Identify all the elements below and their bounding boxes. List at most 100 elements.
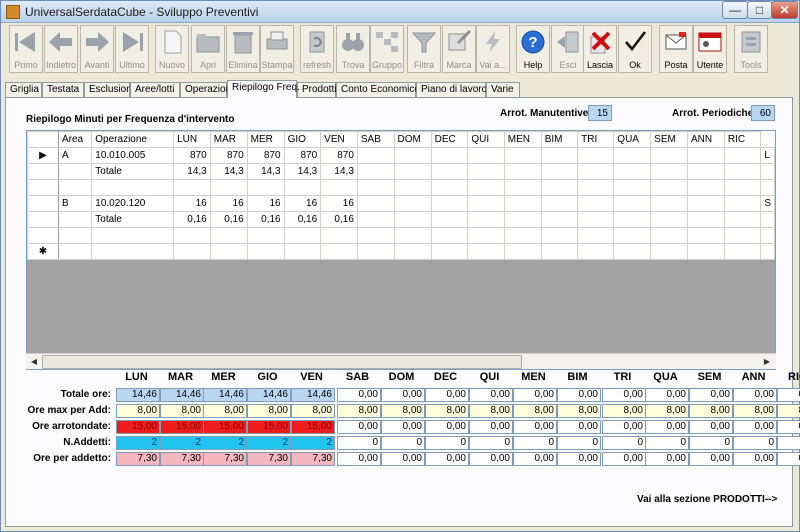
grid-cell[interactable] xyxy=(577,243,615,260)
column-header-sem[interactable]: SEM xyxy=(650,131,689,148)
grid-cell[interactable]: 16 xyxy=(246,195,285,212)
grid-cell[interactable]: 870 xyxy=(283,147,322,164)
grid-cell[interactable] xyxy=(613,147,652,164)
grid-cell[interactable] xyxy=(246,227,285,244)
summary-value-cell[interactable]: 0,00 xyxy=(733,388,777,402)
grid-cell[interactable] xyxy=(283,243,322,260)
grid-cell[interactable]: 0,16 xyxy=(246,211,285,228)
summary-value-cell[interactable]: 14,46 xyxy=(116,388,160,402)
toolbar-button-gruppo[interactable]: Gruppo xyxy=(370,25,404,73)
summary-value-cell[interactable]: 0,00 xyxy=(689,452,733,466)
grid-cell[interactable]: Totale xyxy=(91,211,175,228)
tab-varie[interactable]: Varie xyxy=(486,82,520,97)
grid-cell[interactable] xyxy=(91,179,175,196)
summary-value-cell[interactable]: 8,00 xyxy=(116,404,160,418)
summary-value-cell[interactable]: 0,00 xyxy=(777,388,800,402)
grid-cell[interactable] xyxy=(467,195,505,212)
grid-cell[interactable] xyxy=(613,163,652,180)
column-header-qua[interactable]: QUA xyxy=(613,131,652,148)
summary-value-cell[interactable]: 0,00 xyxy=(513,420,557,434)
table-row[interactable] xyxy=(27,179,775,196)
column-header-men[interactable]: MEN xyxy=(503,131,542,148)
grid-cell[interactable] xyxy=(577,195,615,212)
grid-cell[interactable] xyxy=(430,243,469,260)
summary-value-cell[interactable]: 15,00 xyxy=(160,420,204,434)
summary-value-cell[interactable]: 0,00 xyxy=(557,388,601,402)
column-header-qui[interactable]: QUI xyxy=(467,131,505,148)
grid-cell[interactable] xyxy=(650,163,689,180)
summary-value-cell[interactable]: 15,00 xyxy=(203,420,247,434)
grid-cell[interactable] xyxy=(723,195,762,212)
grid-cell[interactable] xyxy=(577,227,615,244)
grid-cell[interactable] xyxy=(57,227,93,244)
scroll-thumb[interactable] xyxy=(42,355,522,369)
summary-value-cell[interactable]: 0 xyxy=(513,436,557,450)
grid-cell[interactable]: 870 xyxy=(173,147,211,164)
grid-cell[interactable] xyxy=(467,147,505,164)
grid-cell[interactable] xyxy=(209,227,248,244)
grid-cell[interactable] xyxy=(613,179,652,196)
summary-value-cell[interactable]: 0,00 xyxy=(381,388,425,402)
grid-cell[interactable] xyxy=(687,179,725,196)
grid-cell[interactable] xyxy=(57,163,93,180)
grid-cell[interactable] xyxy=(687,163,725,180)
grid-cell[interactable] xyxy=(356,195,395,212)
column-header-area[interactable]: Area xyxy=(57,131,93,148)
summary-value-cell[interactable]: 0,00 xyxy=(733,420,777,434)
scroll-left-arrow-icon[interactable]: ◀ xyxy=(27,355,41,369)
toolbar-button-stampa[interactable]: Stampa xyxy=(260,25,294,73)
tab-aree-lotti[interactable]: Aree/lotti xyxy=(130,82,180,97)
grid-cell[interactable] xyxy=(467,243,505,260)
grid-cell[interactable] xyxy=(57,243,93,260)
grid-cell[interactable] xyxy=(540,179,579,196)
summary-value-cell[interactable]: 8,00 xyxy=(425,404,469,418)
maximize-button[interactable]: □ xyxy=(747,1,772,19)
grid-cell[interactable]: 10.010.005 xyxy=(91,147,175,164)
grid-cell[interactable]: Totale xyxy=(91,163,175,180)
toolbar-button-help[interactable]: ? Help xyxy=(516,25,550,73)
summary-value-cell[interactable]: 8,00 xyxy=(337,404,381,418)
grid-cell[interactable] xyxy=(173,179,211,196)
summary-value-cell[interactable]: 0,00 xyxy=(381,420,425,434)
grid-cell[interactable] xyxy=(723,163,762,180)
grid-cell[interactable] xyxy=(467,163,505,180)
summary-value-cell[interactable]: 14,46 xyxy=(291,388,335,402)
grid-cell[interactable] xyxy=(687,243,725,260)
summary-value-cell[interactable]: 8,00 xyxy=(645,404,689,418)
minimize-button[interactable]: — xyxy=(722,1,748,19)
summary-value-cell[interactable]: 0,00 xyxy=(337,388,381,402)
toolbar-button-vai-a[interactable]: Vai a... xyxy=(476,25,510,73)
grid-horizontal-scrollbar[interactable]: ◀ ▶ xyxy=(26,353,776,369)
grid-cell[interactable] xyxy=(356,211,395,228)
summary-value-cell[interactable]: 15,00 xyxy=(116,420,160,434)
grid-cell[interactable] xyxy=(430,163,469,180)
grid-cell[interactable] xyxy=(540,211,579,228)
grid-cell[interactable] xyxy=(650,179,689,196)
grid-cell[interactable]: 16 xyxy=(283,195,322,212)
grid-cell[interactable] xyxy=(540,243,579,260)
summary-value-cell[interactable]: 8,00 xyxy=(733,404,777,418)
grid-cell[interactable]: A xyxy=(57,147,93,164)
grid-cell[interactable] xyxy=(320,179,358,196)
summary-value-cell[interactable]: 0 xyxy=(469,436,513,450)
grid-cell[interactable] xyxy=(246,179,285,196)
grid-cell[interactable] xyxy=(503,211,542,228)
grid-cell[interactable] xyxy=(209,179,248,196)
row-selector[interactable] xyxy=(27,211,59,228)
grid-cell[interactable] xyxy=(540,163,579,180)
grid-cell[interactable]: 0,16 xyxy=(173,211,211,228)
summary-value-cell[interactable]: 0 xyxy=(602,436,646,450)
column-header-operazione[interactable]: Operazione xyxy=(91,131,175,148)
column-header-ven[interactable]: VEN xyxy=(320,131,358,148)
summary-value-cell[interactable]: 0,00 xyxy=(381,452,425,466)
grid-cell[interactable] xyxy=(650,211,689,228)
summary-value-cell[interactable]: 0,00 xyxy=(733,452,777,466)
summary-value-cell[interactable]: 0 xyxy=(689,436,733,450)
summary-value-cell[interactable]: 0,00 xyxy=(513,388,557,402)
summary-value-cell[interactable]: 8,00 xyxy=(513,404,557,418)
grid-cell[interactable] xyxy=(320,227,358,244)
row-selector[interactable]: ▶ xyxy=(27,147,59,164)
grid-cell[interactable]: 16 xyxy=(320,195,358,212)
toolbar-button-nuovo[interactable]: Nuovo xyxy=(155,25,189,73)
summary-value-cell[interactable]: 0,00 xyxy=(602,388,646,402)
